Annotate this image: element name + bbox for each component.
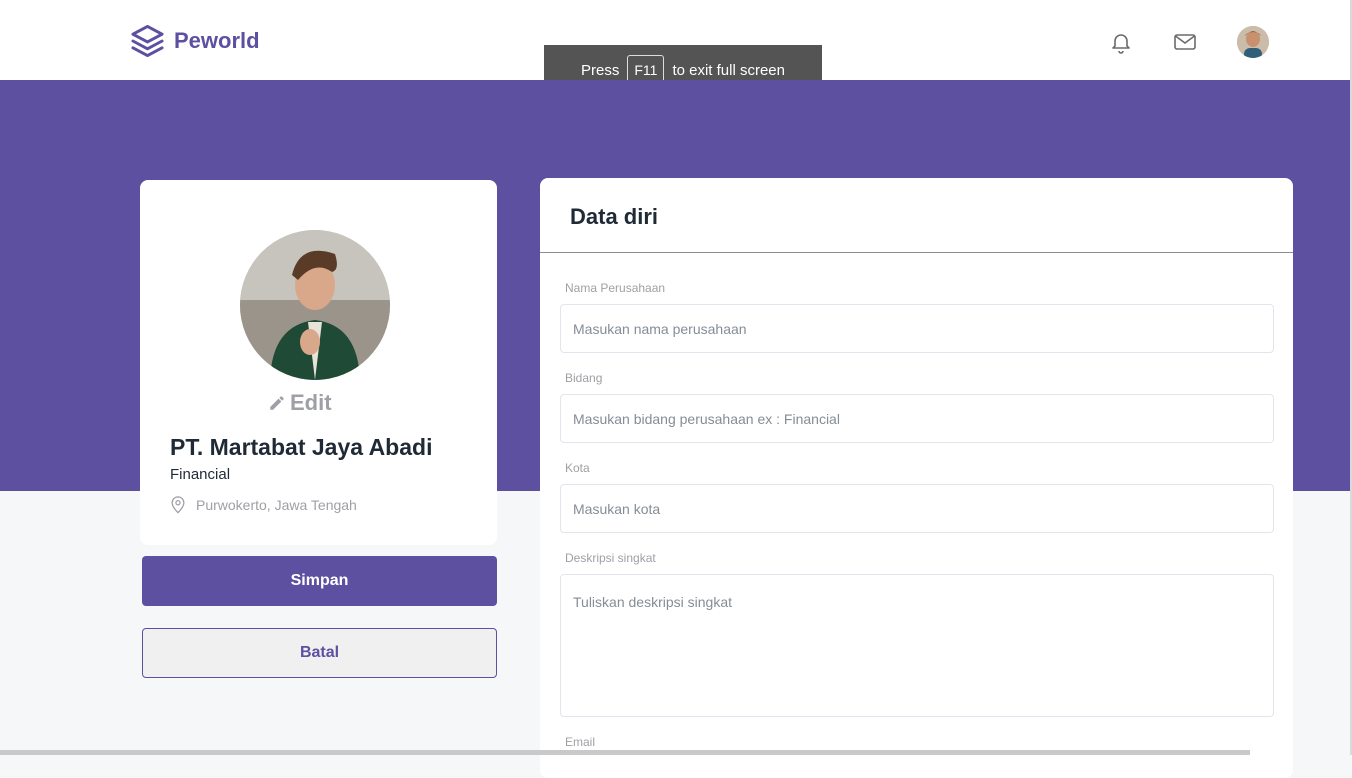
pencil-icon <box>270 396 284 410</box>
data-diri-card: Data diri Nama Perusahaan Bidang Kota De… <box>540 178 1293 778</box>
company-location-text: Purwokerto, Jawa Tengah <box>196 497 357 513</box>
form-divider <box>540 252 1293 253</box>
mail-icon[interactable] <box>1173 30 1197 54</box>
layers-logo-icon <box>131 24 164 58</box>
edit-label: Edit <box>290 390 332 415</box>
avatar-image <box>1237 26 1269 58</box>
cancel-button[interactable]: Batal <box>142 628 497 678</box>
city-label: Kota <box>565 461 590 475</box>
edit-photo-button[interactable]: Edit <box>268 390 332 416</box>
profile-card: Edit PT. Martabat Jaya Abadi Financial P… <box>140 180 497 545</box>
user-avatar[interactable] <box>1237 26 1269 58</box>
company-name-label: Nama Perusahaan <box>565 281 666 295</box>
industry-input[interactable] <box>560 394 1274 443</box>
bell-icon[interactable] <box>1109 30 1133 54</box>
city-input[interactable] <box>560 484 1274 533</box>
industry-label: Bidang <box>565 371 603 385</box>
brand-name: Peworld <box>174 28 260 53</box>
brand[interactable]: Peworld <box>130 23 260 59</box>
horizontal-scrollbar[interactable] <box>0 750 1250 755</box>
company-name: PT. Martabat Jaya Abadi <box>170 434 433 460</box>
save-button[interactable]: Simpan <box>142 556 497 606</box>
company-location: Purwokerto, Jawa Tengah <box>170 496 357 514</box>
company-field: Financial <box>170 466 231 483</box>
description-label: Deskripsi singkat <box>565 551 656 565</box>
fullscreen-notice-suffix: to exit full screen <box>672 61 785 79</box>
avatar-photo <box>240 230 390 380</box>
fullscreen-notice-prefix: Press <box>581 61 620 79</box>
description-textarea[interactable] <box>560 574 1274 717</box>
company-name-input[interactable] <box>560 304 1274 353</box>
email-label: Email <box>565 735 596 749</box>
map-pin-icon <box>171 496 185 514</box>
company-avatar <box>240 230 390 380</box>
form-title: Data diri <box>570 204 659 229</box>
